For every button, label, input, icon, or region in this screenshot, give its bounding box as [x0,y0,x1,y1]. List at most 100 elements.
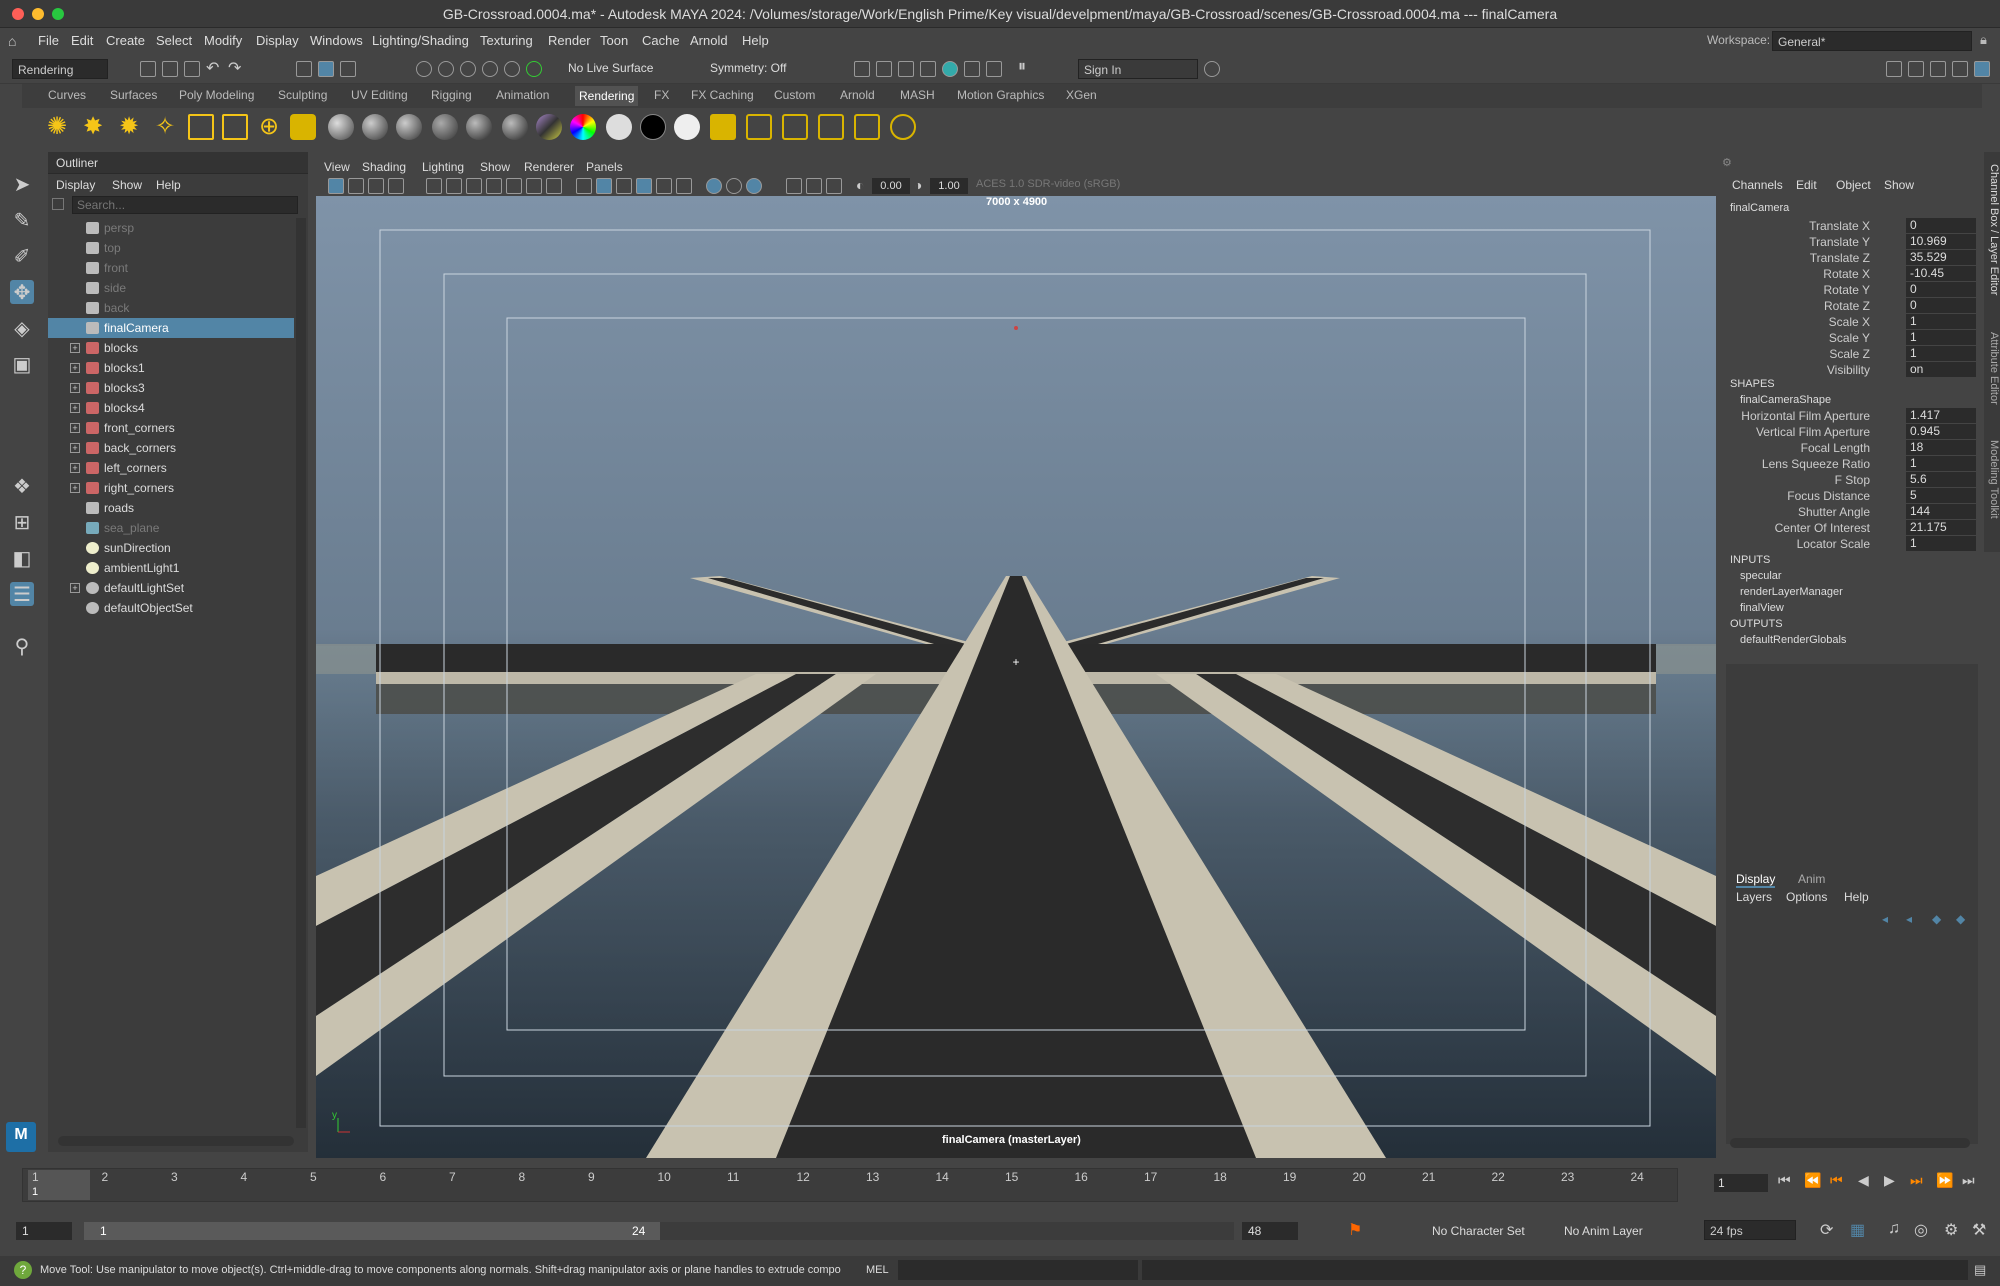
toggle-outliner-icon[interactable] [1974,61,1990,77]
xray-icon[interactable] [806,178,822,194]
channel-label[interactable]: Translate Z [1810,251,1870,265]
shelf-tab-rigging[interactable]: Rigging [431,88,472,102]
input-node-render-layer-manager[interactable]: renderLayerManager [1740,586,1843,598]
toggle-modeling-toolkit-icon[interactable] [1886,61,1902,77]
expand-icon[interactable]: + [70,443,80,453]
menu-windows[interactable]: Windows [310,33,363,48]
select-by-hierarchy-icon[interactable] [296,61,312,77]
single-perspective-layout-icon[interactable]: ❖ [10,474,34,498]
channel-label[interactable]: Scale Z [1829,347,1870,361]
snap-to-view-plane-icon[interactable] [482,61,498,77]
channel-label[interactable]: Vertical Film Aperture [1756,425,1870,439]
viewport-menu-shading[interactable]: Shading [362,160,406,174]
channel-value-field[interactable]: 10.969 [1906,234,1976,249]
side-tab-channel-box[interactable]: Channel Box / Layer Editor [1984,164,2000,295]
new-layer-from-selected-icon[interactable]: ◆ [1956,912,1965,926]
play-forward-icon[interactable]: ▶ [1884,1172,1895,1189]
time-editor-icon[interactable]: ⚒ [1972,1220,1986,1240]
outliner-menu-help[interactable]: Help [156,178,181,192]
area-light-icon[interactable]: ✸ [80,114,106,140]
outliner-item[interactable]: + front_corners [48,418,294,438]
channel-menu-edit[interactable]: Edit [1796,178,1817,192]
outliner-item[interactable]: + back_corners [48,438,294,458]
channel-box-tool-icon-1[interactable]: ⚙ [1722,156,1738,169]
field-chart-icon[interactable] [506,178,522,194]
input-node-specular[interactable]: specular [1740,570,1782,582]
scale-tool-icon[interactable]: ▣ [10,352,34,376]
outliner-item[interactable]: sea_plane [48,518,294,538]
channel-label[interactable]: Translate X [1809,219,1870,233]
menu-file[interactable]: File [38,33,59,48]
range-slider-bar[interactable] [84,1222,660,1240]
expand-icon[interactable]: + [70,383,80,393]
search-options-icon[interactable] [52,198,64,210]
outliner-item[interactable]: + blocks [48,338,294,358]
channel-row[interactable]: Vertical Film Aperture 0.945 [1720,424,1980,440]
spot-light-icon[interactable]: ✧ [152,114,178,140]
open-scene-icon[interactable] [162,61,178,77]
snap-to-point-icon[interactable] [460,61,476,77]
menu-toon[interactable]: Toon [600,33,628,48]
motion-blur-icon[interactable] [726,178,742,194]
outliner-item[interactable]: top [48,238,294,258]
current-frame-field[interactable]: 1 [1714,1174,1768,1192]
outliner-scrollbar[interactable] [296,218,306,1128]
resolution-gate-icon[interactable] [466,178,482,194]
surface-shader-white-icon[interactable] [606,114,632,140]
color-swatch-icon[interactable] [570,114,596,140]
symmetry-dropdown[interactable]: Symmetry: Off [710,61,786,75]
layer-tab-anim[interactable]: Anim [1798,872,1825,886]
expand-icon[interactable]: + [70,463,80,473]
menu-modify[interactable]: Modify [204,33,242,48]
render-view-icon[interactable] [854,61,870,77]
layer-h-scrollbar[interactable] [1730,1138,1970,1148]
channel-row[interactable]: Lens Squeeze Ratio 1 [1720,456,1980,472]
input-node-final-view[interactable]: finalView [1740,602,1784,614]
channel-value-field[interactable]: 1 [1906,456,1976,471]
render-current-shelf-icon[interactable] [782,114,808,140]
layer-menu-layers[interactable]: Layers [1736,890,1772,904]
viewport-menu-panels[interactable]: Panels [586,160,623,174]
pause-icon[interactable]: ⏸ [1018,58,1026,76]
channel-label[interactable]: Scale Y [1829,331,1870,345]
menu-set-dropdown[interactable]: Rendering [12,59,108,79]
channel-row[interactable]: Rotate Y 0 [1720,282,1980,298]
side-tab-modeling-toolkit[interactable]: Modeling Toolkit [1984,440,2000,519]
home-icon[interactable]: ⌂ [8,33,16,49]
step-forward-frame-icon[interactable]: ⏩ [1936,1172,1953,1189]
play-backward-icon[interactable]: ◀ [1858,1172,1869,1189]
channel-label[interactable]: Locator Scale [1797,537,1870,551]
ambient-light-icon[interactable] [222,114,248,140]
four-view-layout-icon[interactable]: ⊞ [10,510,34,534]
menu-display[interactable]: Display [256,33,299,48]
new-scene-icon[interactable] [140,61,156,77]
render-settings-icon[interactable] [920,61,936,77]
volume-light-icon[interactable] [188,114,214,140]
select-camera-icon[interactable] [328,178,344,194]
lasso-tool-icon[interactable]: ✎ [10,208,34,232]
menu-help[interactable]: Help [742,33,769,48]
shelf-tab-rendering[interactable]: Rendering [575,86,639,106]
outliner-item[interactable]: finalCamera [48,318,294,338]
smooth-shade-icon[interactable] [596,178,612,194]
cache-playback-icon[interactable]: ▦ [1850,1220,1865,1240]
channel-row[interactable]: Translate Z 35.529 [1720,250,1980,266]
outliner-item[interactable]: + left_corners [48,458,294,478]
shelf-tab-motion-graphics[interactable]: Motion Graphics [957,88,1044,102]
select-by-object-icon[interactable] [318,61,334,77]
channel-menu-channels[interactable]: Channels [1732,178,1783,192]
outliner-h-scrollbar[interactable] [58,1136,294,1146]
new-layer-icon[interactable]: ◆ [1932,912,1941,926]
expand-icon[interactable]: + [70,423,80,433]
lambert-material-icon[interactable] [362,114,388,140]
shelf-tab-poly-modeling[interactable]: Poly Modeling [179,88,254,102]
channel-value-field[interactable]: 0 [1906,218,1976,233]
channel-row[interactable]: Visibility on [1720,362,1980,378]
loop-icon[interactable]: ⟳ [1820,1220,1833,1240]
viewport-menu-show[interactable]: Show [480,160,510,174]
channel-row[interactable]: Translate Y 10.969 [1720,234,1980,250]
audio-icon[interactable]: ◎ [1914,1220,1928,1240]
ambient-occlusion-icon[interactable] [706,178,722,194]
shelf-tab-fx-caching[interactable]: FX Caching [691,88,754,102]
shadows-icon[interactable] [676,178,692,194]
